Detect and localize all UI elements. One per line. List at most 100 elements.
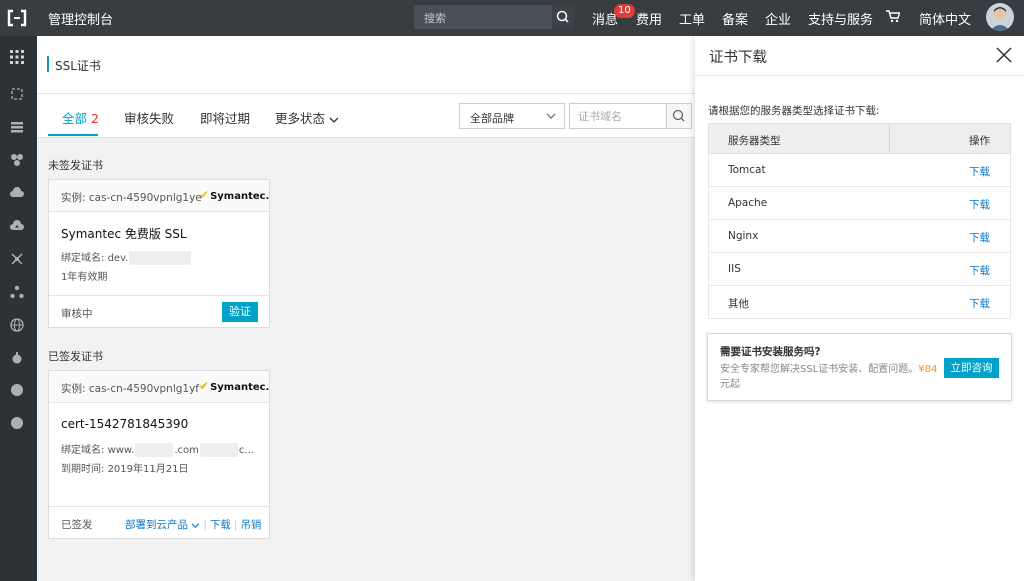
- grid-menu-icon[interactable]: [10, 50, 24, 64]
- table-row: Tomcat 下载: [708, 154, 1011, 187]
- domain-part: www.: [107, 445, 135, 456]
- search-placeholder: 搜索: [424, 12, 446, 25]
- consult-now-button[interactable]: 立即咨询: [944, 358, 999, 378]
- global-search[interactable]: 搜索: [414, 5, 574, 29]
- revoke-link[interactable]: 吊销: [240, 519, 261, 531]
- server-type: Tomcat: [728, 164, 766, 176]
- instance-id: 实例: cas-cn-4590vpnlg1ye: [61, 192, 202, 204]
- bound-domain: 绑定域名: dev.: [61, 249, 192, 265]
- checkmark-icon: ✔: [199, 379, 210, 393]
- domain-search-field[interactable]: [569, 103, 668, 129]
- page-header: SSL证书: [37, 36, 695, 94]
- nav-billing[interactable]: 费用: [636, 9, 662, 28]
- cart-icon[interactable]: [886, 10, 901, 26]
- card-header: 实例: cas-cn-4590vpnlg1yf ✔Symantec.: [49, 371, 269, 403]
- redacted-domain: [199, 443, 238, 457]
- status-text: 审核中: [61, 308, 93, 320]
- chevron-down-icon: [191, 522, 200, 528]
- card-header: 实例: cas-cn-4590vpnlg1ye ✔Symantec.: [49, 180, 269, 212]
- domain-label: 绑定域名:: [61, 445, 105, 456]
- table-header: 服务器类型 操作: [708, 123, 1011, 154]
- product-dot-icon[interactable]: [10, 383, 24, 397]
- nodes-icon[interactable]: [10, 285, 24, 299]
- search-icon[interactable]: [552, 5, 574, 29]
- language-switch[interactable]: 简体中文: [919, 9, 971, 28]
- verify-button[interactable]: 验证: [222, 302, 258, 322]
- aliyun-logo-icon[interactable]: [6, 8, 28, 28]
- domain-label: 绑定域名:: [61, 253, 105, 264]
- cert-name: cert-1542781845390: [61, 417, 189, 431]
- close-icon[interactable]: [995, 46, 1013, 64]
- col-action: 操作: [969, 135, 990, 147]
- download-hint: 请根据您的服务器类型选择证书下载:: [708, 105, 880, 117]
- server-type: 其他: [728, 298, 749, 310]
- promo-suffix: 元起: [720, 379, 740, 390]
- messages-badge: 10: [614, 4, 635, 18]
- download-link[interactable]: 下载: [969, 164, 990, 179]
- promo-description: 安全专家帮您解决SSL证书安装、配置问题。¥84 元起: [720, 362, 940, 392]
- nav-support[interactable]: 支持与服务: [808, 9, 873, 28]
- active-tab-indicator: [48, 134, 98, 136]
- console-title[interactable]: 管理控制台: [48, 9, 113, 28]
- unissued-section-label: 未签发证书: [48, 159, 103, 172]
- download-link[interactable]: 下载: [969, 197, 990, 212]
- validity: 1年有效期: [61, 272, 108, 283]
- tab-expiring[interactable]: 即将过期: [200, 108, 250, 127]
- drawer-divider: [695, 75, 1024, 76]
- download-link[interactable]: 下载: [969, 230, 990, 245]
- instance-id: 实例: cas-cn-4590vpnlg1yf: [61, 383, 199, 395]
- nav-enterprise[interactable]: 企业: [765, 9, 791, 28]
- download-link[interactable]: 下载: [210, 519, 231, 531]
- card-footer: 已签发 部署到云产品 | 下载 | 吊销: [49, 506, 269, 538]
- page-title: SSL证书: [55, 59, 101, 73]
- nav-tickets[interactable]: 工单: [679, 9, 705, 28]
- card-footer: 审核中 验证: [49, 295, 269, 327]
- tab-audit-failed[interactable]: 审核失败: [124, 108, 174, 127]
- brand-filter-select[interactable]: 全部品牌: [459, 103, 565, 129]
- nav-icp[interactable]: 备案: [722, 9, 748, 28]
- table-row: 其他 下载: [708, 286, 1011, 319]
- ecs-icon[interactable]: [10, 87, 24, 101]
- domain-value: dev.: [107, 253, 129, 264]
- settings-icon[interactable]: [10, 351, 24, 365]
- tab-more-status[interactable]: 更多状态: [275, 108, 339, 127]
- user-avatar[interactable]: [986, 3, 1014, 31]
- server-type: Apache: [728, 197, 768, 209]
- symantec-logo: ✔Symantec.: [199, 379, 269, 393]
- tab-all-label: 全部: [62, 111, 88, 126]
- domain-search-button[interactable]: [666, 103, 692, 129]
- unissued-cert-card: 实例: cas-cn-4590vpnlg1ye ✔Symantec. Syman…: [48, 179, 270, 328]
- bound-domain: 绑定域名: www. .com c...: [61, 441, 254, 457]
- checkmark-icon: ✔: [199, 188, 210, 202]
- deploy-label: 部署到云产品: [125, 519, 188, 531]
- tab-all[interactable]: 全部 2: [62, 108, 99, 127]
- domain-search-input[interactable]: [578, 105, 668, 127]
- database-icon[interactable]: [10, 120, 24, 134]
- globe-icon[interactable]: [10, 318, 24, 332]
- left-sidebar: [0, 36, 37, 581]
- deploy-link[interactable]: 部署到云产品: [125, 519, 200, 531]
- issued-section-label: 已签发证书: [48, 350, 103, 363]
- top-navbar: 管理控制台 搜索 消息 10 费用 工单 备案 企业 支持与服务 简体中文: [0, 0, 1024, 36]
- product-dot-icon[interactable]: [10, 416, 24, 430]
- domain-part: c...: [238, 445, 254, 456]
- cloud-upload-icon[interactable]: [10, 219, 24, 233]
- expiry-label: 到期时间:: [61, 464, 105, 475]
- main-content: SSL证书 全部 2 审核失败 即将过期 更多状态 全部品牌 未签发证书 实例:…: [37, 36, 695, 581]
- download-link[interactable]: 下载: [969, 263, 990, 278]
- col-divider: [889, 124, 890, 153]
- download-link[interactable]: 下载: [969, 296, 990, 311]
- expiry: 到期时间: 2019年11月21日: [61, 460, 188, 475]
- card-actions: 部署到云产品 | 下载 | 吊销: [125, 519, 262, 531]
- promo-title: 需要证书安装服务吗?: [720, 346, 821, 358]
- table-row: IIS 下载: [708, 253, 1011, 286]
- status-tabs: 全部 2 审核失败 即将过期 更多状态 全部品牌: [37, 94, 695, 138]
- expiry-date: 2019年11月21日: [107, 464, 189, 475]
- cluster-icon[interactable]: [10, 153, 24, 167]
- symantec-logo: ✔Symantec.: [199, 188, 269, 202]
- cloud-icon[interactable]: [10, 186, 24, 200]
- server-type: IIS: [728, 263, 741, 275]
- brand-name: Symantec.: [210, 382, 270, 393]
- title-accent-bar: [47, 56, 49, 72]
- network-icon[interactable]: [10, 252, 24, 266]
